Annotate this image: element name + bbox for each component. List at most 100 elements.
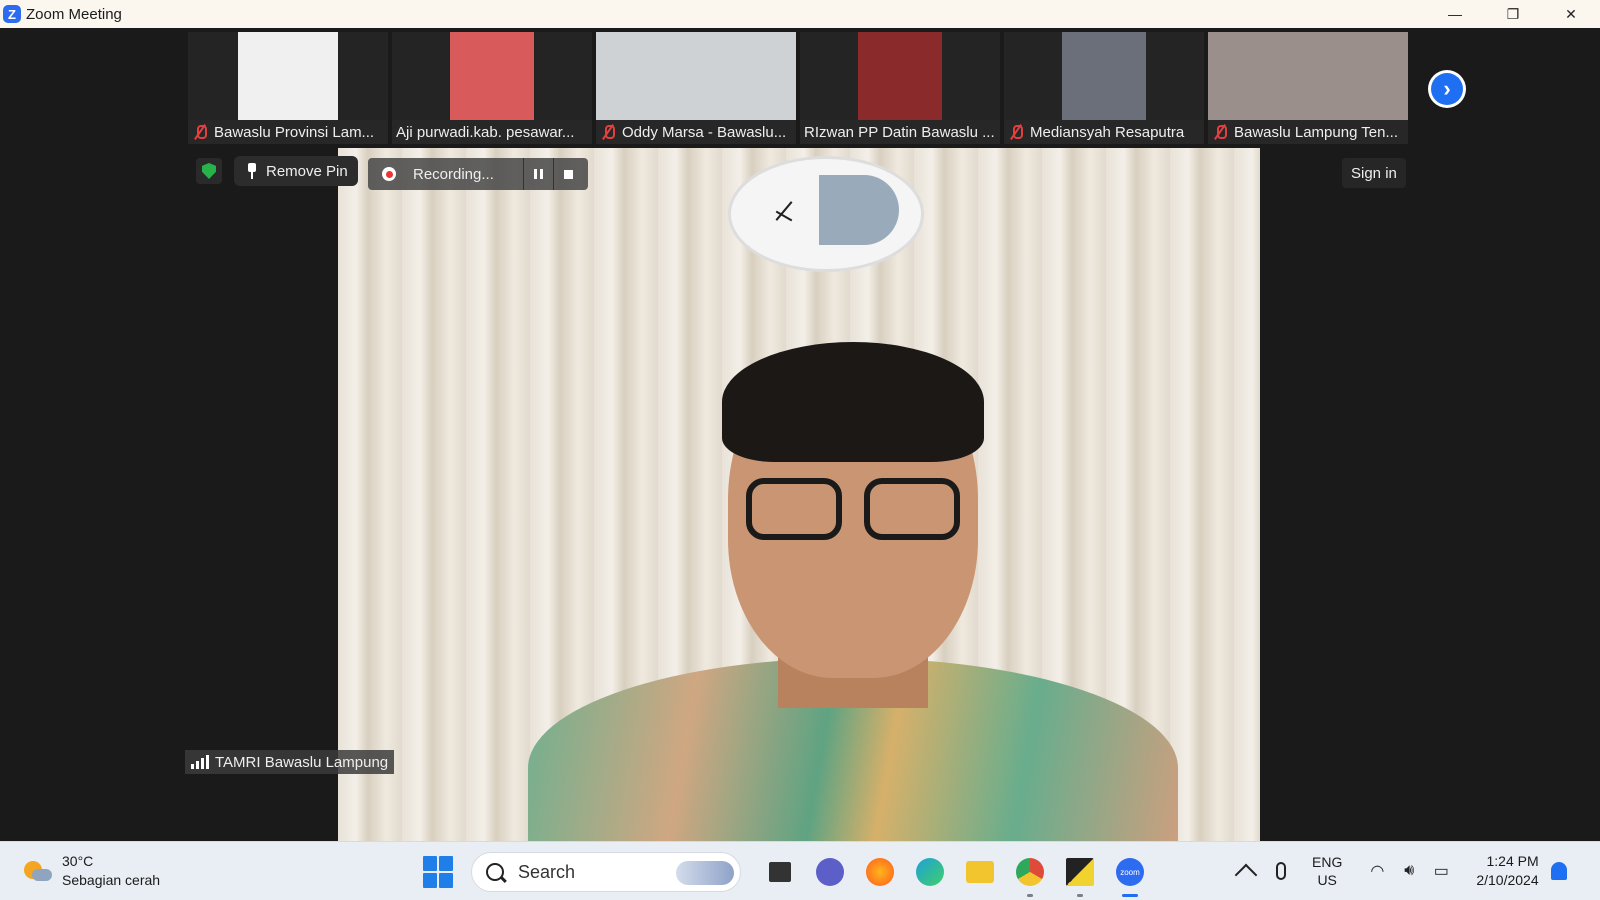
task-view-app[interactable] bbox=[755, 852, 805, 892]
right-lens bbox=[864, 478, 960, 540]
folder-icon bbox=[966, 861, 994, 883]
volume-icon[interactable]: 🔊︎ bbox=[1398, 862, 1420, 880]
weather-text: 30°C Sebagian cerah bbox=[62, 852, 160, 890]
signal-bar bbox=[196, 761, 199, 769]
participant-video bbox=[596, 32, 796, 120]
running-indicator bbox=[1077, 894, 1083, 897]
stop-recording-button[interactable] bbox=[553, 158, 583, 190]
remove-pin-button[interactable]: Remove Pin bbox=[234, 156, 358, 186]
participant-name: Bawaslu Provinsi Lam... bbox=[214, 123, 375, 141]
firefox-app[interactable] bbox=[855, 852, 905, 892]
participant-name: RIzwan PP Datin Bawaslu ... bbox=[804, 123, 995, 141]
language-region: US bbox=[1317, 872, 1337, 888]
windows-start-icon[interactable] bbox=[423, 856, 455, 888]
sticky-notes-app[interactable] bbox=[1055, 852, 1105, 897]
participant-tile[interactable]: Mediansyah Resaputra bbox=[1004, 32, 1204, 144]
clock-date: 2/10/2024 bbox=[1476, 872, 1539, 888]
participant-video bbox=[1062, 32, 1146, 120]
participant-video bbox=[858, 32, 942, 120]
signal-bar bbox=[201, 758, 204, 769]
taskbar-search[interactable]: Search bbox=[471, 852, 741, 892]
active-speaker-name: TAMRI Bawaslu Lampung bbox=[215, 753, 389, 771]
participant-label: Mediansyah Resaputra bbox=[1004, 120, 1204, 144]
signal-bar bbox=[206, 755, 209, 769]
language-indicator[interactable]: ENG US bbox=[1312, 853, 1342, 889]
meet-app[interactable] bbox=[805, 852, 855, 892]
participant-tile[interactable]: Oddy Marsa - Bawaslu... bbox=[596, 32, 796, 144]
participant-tile[interactable]: Bawaslu Lampung Ten... bbox=[1208, 32, 1408, 144]
video-toolbar: Remove Pin bbox=[196, 156, 358, 186]
close-button[interactable]: ✕ bbox=[1542, 0, 1600, 28]
sticky-notes-icon bbox=[1066, 858, 1094, 886]
sign-in-button[interactable]: Sign in bbox=[1342, 158, 1406, 188]
signal-strength-icon bbox=[191, 755, 209, 769]
minimize-button[interactable]: — bbox=[1426, 0, 1484, 28]
window-title: Zoom Meeting bbox=[26, 5, 122, 23]
speaker-figure bbox=[478, 342, 1178, 841]
weather-widget[interactable]: 30°C Sebagian cerah bbox=[22, 852, 160, 890]
clock-photo bbox=[819, 175, 899, 245]
signal-bar bbox=[191, 764, 194, 769]
start-tile bbox=[423, 873, 437, 888]
system-tray: ENG US ◠ 🔊︎ ▭ 1:24 PM 2/10/2024 bbox=[1234, 850, 1567, 892]
restore-button[interactable]: ❐ bbox=[1484, 0, 1542, 28]
chevron-up-icon[interactable] bbox=[1234, 863, 1258, 887]
battery-icon[interactable]: ▭ bbox=[1430, 862, 1452, 880]
microphone-icon[interactable] bbox=[1276, 862, 1286, 880]
taskbar-clock[interactable]: 1:24 PM 2/10/2024 bbox=[1476, 852, 1538, 890]
recording-icon bbox=[382, 167, 396, 181]
mic-muted-icon bbox=[1008, 124, 1024, 140]
start-tile bbox=[439, 856, 453, 871]
left-lens bbox=[746, 478, 842, 540]
search-highlight-image bbox=[676, 861, 734, 885]
participant-video bbox=[1208, 32, 1408, 120]
wifi-icon[interactable]: ◠ bbox=[1366, 862, 1388, 880]
speaker-hair bbox=[722, 342, 984, 462]
chevron-right-icon: › bbox=[1431, 73, 1463, 105]
title-bar: Z Zoom Meeting — ❐ ✕ bbox=[0, 0, 1600, 28]
search-placeholder: Search bbox=[518, 861, 576, 882]
window-controls: — ❐ ✕ bbox=[1426, 0, 1600, 28]
wall-clock bbox=[728, 156, 924, 272]
notification-bell-icon[interactable] bbox=[1550, 862, 1567, 880]
chrome-icon bbox=[1016, 858, 1044, 886]
participant-label: RIzwan PP Datin Bawaslu ... bbox=[800, 120, 1000, 144]
clock-time: 1:24 PM bbox=[1486, 853, 1539, 869]
pause-recording-button[interactable] bbox=[523, 158, 553, 190]
participant-video bbox=[450, 32, 534, 120]
language-code: ENG bbox=[1312, 854, 1343, 870]
weather-description: Sebagian cerah bbox=[62, 872, 161, 888]
recording-label: Recording... bbox=[413, 165, 494, 183]
start-tile bbox=[423, 856, 437, 871]
active-speaker-name-tag: TAMRI Bawaslu Lampung bbox=[185, 750, 395, 774]
video-chat-icon bbox=[816, 858, 844, 886]
chrome-app[interactable] bbox=[1005, 852, 1055, 897]
participant-tile[interactable]: Bawaslu Provinsi Lam... bbox=[188, 32, 388, 144]
mic-muted-icon bbox=[192, 124, 208, 140]
task-view-icon bbox=[769, 862, 791, 882]
pause-icon bbox=[534, 169, 543, 179]
participant-label: Bawaslu Provinsi Lam... bbox=[188, 120, 388, 144]
speaker-glasses bbox=[746, 478, 960, 540]
participant-tile[interactable]: Aji purwadi.kab. pesawar... bbox=[392, 32, 592, 144]
search-icon bbox=[486, 863, 504, 881]
zoom-icon: zoom bbox=[1116, 858, 1144, 886]
firefox-icon bbox=[866, 858, 894, 886]
partly-cloudy-icon bbox=[22, 857, 52, 885]
stop-icon bbox=[564, 169, 573, 179]
zoom-logo-icon: Z bbox=[3, 5, 21, 23]
shield-shape bbox=[202, 163, 216, 179]
participant-video bbox=[238, 32, 338, 120]
active-indicator bbox=[1122, 894, 1138, 897]
start-tile bbox=[439, 873, 453, 888]
edge-app[interactable] bbox=[905, 852, 955, 892]
taskbar: 30°C Sebagian cerah Search zoom ENG US ◠… bbox=[0, 841, 1600, 900]
encryption-shield-icon[interactable] bbox=[196, 158, 222, 184]
participant-label: Aji purwadi.kab. pesawar... bbox=[392, 120, 592, 144]
participant-tile[interactable]: RIzwan PP Datin Bawaslu ... bbox=[800, 32, 1000, 144]
mic-muted-icon bbox=[600, 124, 616, 140]
participant-name: Aji purwadi.kab. pesawar... bbox=[396, 123, 575, 141]
next-page-button[interactable]: › bbox=[1428, 70, 1466, 108]
zoom-app[interactable]: zoom bbox=[1105, 852, 1155, 897]
file-explorer-app[interactable] bbox=[955, 852, 1005, 892]
